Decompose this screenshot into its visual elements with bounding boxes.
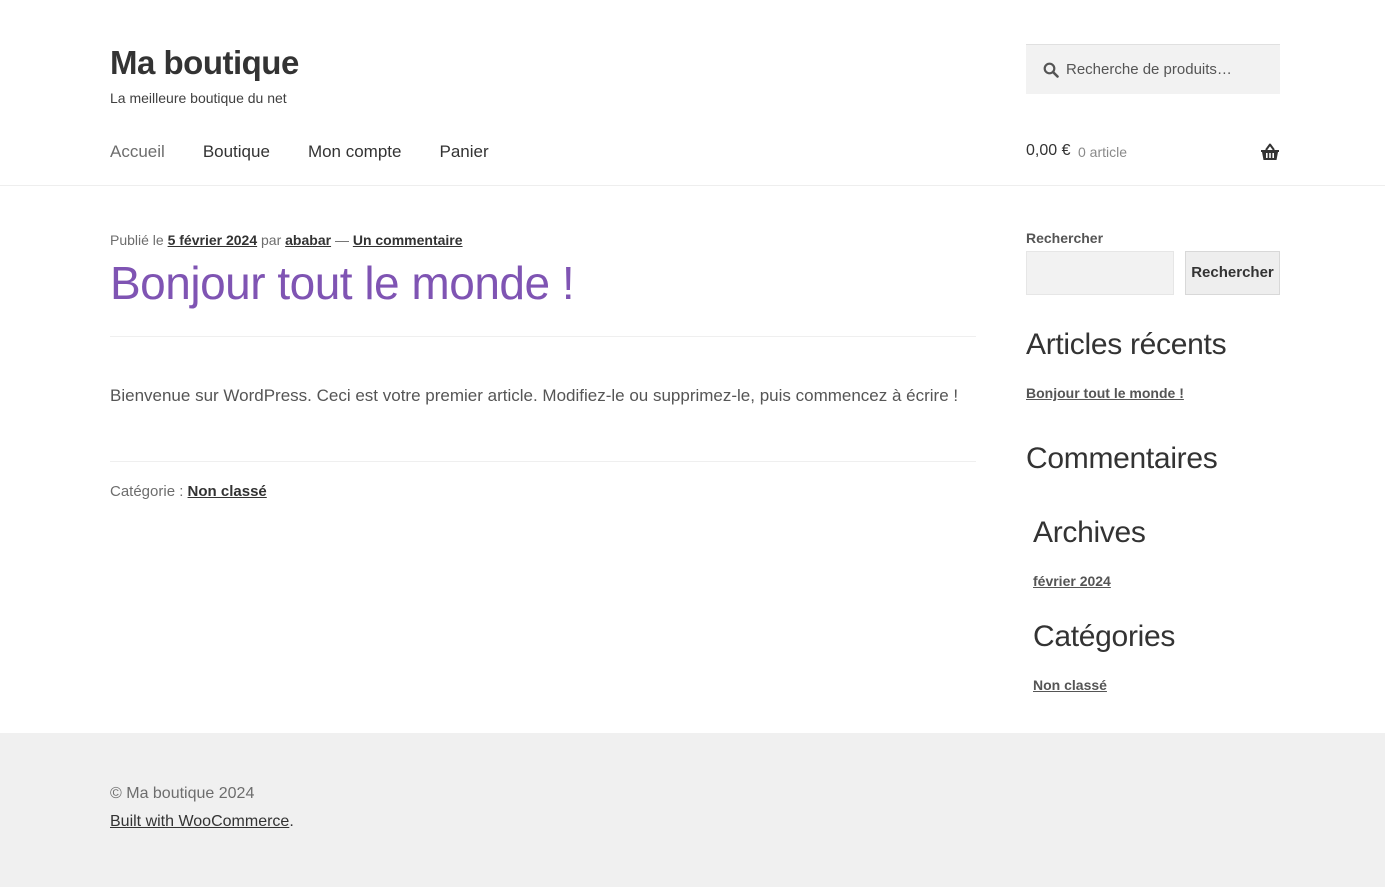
meta-separator: — xyxy=(334,232,349,248)
archive-link[interactable]: février 2024 xyxy=(1033,573,1111,589)
post-comments-link[interactable]: Un commentaire xyxy=(353,232,463,248)
category-link[interactable]: Non classé xyxy=(188,483,267,500)
header-divider xyxy=(0,185,1385,186)
credit-suffix: . xyxy=(289,813,294,830)
widget-title-recent: Articles récents xyxy=(1026,328,1227,361)
sidebar-search-button[interactable]: Rechercher xyxy=(1185,251,1280,295)
sidebar-search-input[interactable] xyxy=(1026,251,1174,295)
search-icon xyxy=(1043,62,1059,78)
post-date-link[interactable]: 5 février 2024 xyxy=(168,232,258,248)
meta-prefix: Publié le xyxy=(110,232,164,248)
category-label: Catégorie : xyxy=(110,483,184,500)
product-search-placeholder: Recherche de produits… xyxy=(1066,61,1232,78)
product-search-input[interactable]: Recherche de produits… xyxy=(1026,44,1280,94)
site-title[interactable]: Ma boutique xyxy=(110,44,299,82)
post-body: Bienvenue sur WordPress. Ceci est votre … xyxy=(110,386,959,405)
cart-amount: 0,00 € xyxy=(1026,142,1071,159)
post-category: Catégorie : Non classé xyxy=(110,483,267,500)
post-author-link[interactable]: ababar xyxy=(285,232,331,248)
sidebar-category-link[interactable]: Non classé xyxy=(1033,677,1107,693)
footer-copyright: © Ma boutique 2024 xyxy=(110,785,255,802)
widget-title-archives: Archives xyxy=(1033,516,1146,549)
nav-item-boutique[interactable]: Boutique xyxy=(203,142,270,162)
nav-item-mon-compte[interactable]: Mon compte xyxy=(308,142,402,162)
post-meta: Publié le 5 février 2024 par ababar — Un… xyxy=(110,232,463,248)
widget-title-categories: Catégories xyxy=(1033,620,1176,653)
post-title[interactable]: Bonjour tout le monde ! xyxy=(110,256,575,310)
recent-post-link[interactable]: Bonjour tout le monde ! xyxy=(1026,385,1184,401)
post-title-divider xyxy=(110,336,976,337)
widget-comments: Commentaires xyxy=(1026,440,1286,492)
widget-title-comments: Commentaires xyxy=(1026,442,1218,475)
basket-icon xyxy=(1261,143,1279,160)
footer-credit: Built with WooCommerce. xyxy=(110,813,294,831)
main-navigation: Accueil Boutique Mon compte Panier xyxy=(110,142,527,162)
site-footer xyxy=(0,733,1385,887)
cart-count: 0 article xyxy=(1078,144,1128,160)
nav-item-accueil[interactable]: Accueil xyxy=(110,142,165,162)
post-footer-divider xyxy=(110,461,976,462)
meta-by: par xyxy=(261,232,282,248)
sidebar-search-label: Rechercher xyxy=(1026,230,1104,246)
nav-item-panier[interactable]: Panier xyxy=(439,142,488,162)
site-tagline: La meilleure boutique du net xyxy=(110,90,287,106)
woocommerce-link[interactable]: Built with WooCommerce xyxy=(110,813,289,830)
header-cart[interactable]: 0,00 € 0 article xyxy=(1026,142,1280,166)
